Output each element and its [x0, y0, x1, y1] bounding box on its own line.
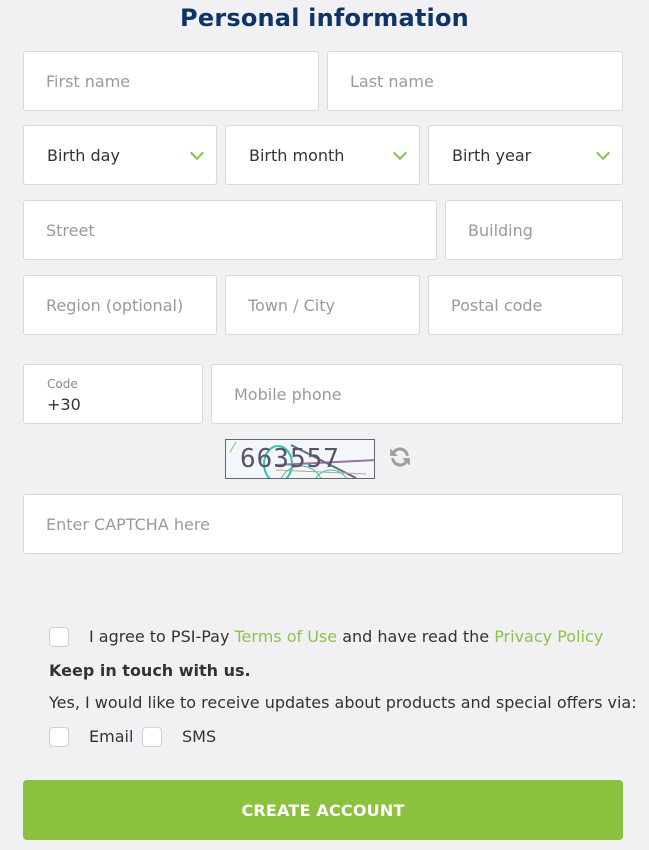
region-input[interactable]: [24, 276, 216, 334]
sms-checkbox[interactable]: [142, 727, 162, 747]
country-code-value: +30: [47, 395, 81, 414]
privacy-policy-link[interactable]: Privacy Policy: [494, 627, 603, 646]
captcha-image: 663557: [225, 439, 375, 479]
chevron-down-icon: [595, 145, 611, 160]
postal-code-input[interactable]: [429, 276, 622, 334]
marketing-description: Yes, I would like to receive updates abo…: [49, 693, 637, 712]
create-account-button[interactable]: CREATE ACCOUNT: [23, 780, 623, 840]
birth-year-label: Birth year: [452, 145, 532, 165]
email-label: Email: [89, 727, 134, 746]
street-field[interactable]: [23, 200, 437, 260]
keep-in-touch-heading: Keep in touch with us.: [49, 661, 251, 680]
terms-text: I agree to PSI-Pay Terms of Use and have…: [89, 627, 603, 646]
sms-label: SMS: [182, 727, 217, 746]
chevron-down-icon: [392, 145, 408, 160]
building-field[interactable]: [445, 200, 623, 260]
last-name-input[interactable]: [328, 52, 622, 110]
captcha-input[interactable]: [24, 495, 622, 553]
birth-month-label: Birth month: [249, 145, 345, 165]
birth-day-label: Birth day: [47, 145, 120, 165]
page-title: Personal information: [180, 4, 469, 32]
first-name-input[interactable]: [24, 52, 318, 110]
birth-month-select[interactable]: Birth month: [225, 125, 420, 185]
building-input[interactable]: [446, 201, 622, 259]
terms-prefix: I agree to PSI-Pay: [89, 627, 235, 646]
country-code-label: Code: [47, 377, 78, 391]
captcha-field[interactable]: [23, 494, 623, 554]
postal-code-field[interactable]: [428, 275, 623, 335]
mobile-phone-field[interactable]: [211, 364, 623, 424]
region-field[interactable]: [23, 275, 217, 335]
terms-middle: and have read the: [337, 627, 495, 646]
town-field[interactable]: [225, 275, 420, 335]
captcha-text: 663557: [240, 444, 340, 474]
mobile-phone-input[interactable]: [212, 365, 622, 423]
street-input[interactable]: [24, 201, 436, 259]
country-code-select[interactable]: Code +30: [23, 364, 203, 424]
birth-day-select[interactable]: Birth day: [23, 125, 217, 185]
chevron-down-icon: [189, 145, 205, 160]
refresh-icon[interactable]: [387, 444, 413, 470]
terms-of-use-link[interactable]: Terms of Use: [235, 627, 338, 646]
last-name-field[interactable]: [327, 51, 623, 111]
birth-year-select[interactable]: Birth year: [428, 125, 623, 185]
terms-checkbox[interactable]: [49, 627, 69, 647]
first-name-field[interactable]: [23, 51, 319, 111]
email-checkbox[interactable]: [49, 727, 69, 747]
town-input[interactable]: [226, 276, 419, 334]
